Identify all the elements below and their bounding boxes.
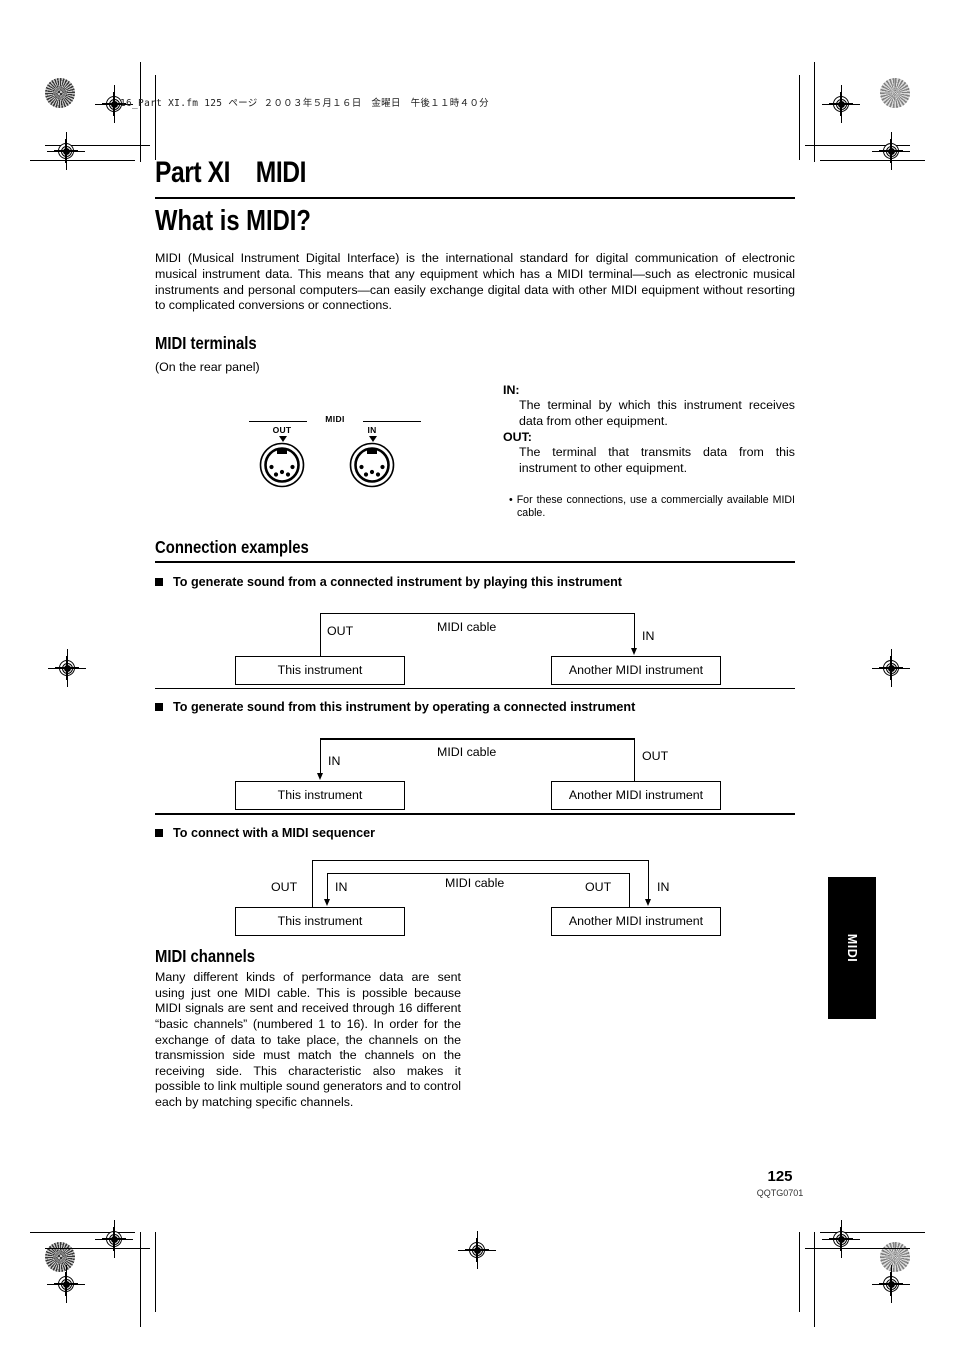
section-heading-connection-examples: Connection examples bbox=[155, 536, 309, 557]
registration-crosshair bbox=[458, 1231, 496, 1269]
midi-terminal-diagram: MIDI OUT IN bbox=[245, 402, 425, 492]
section-heading-midi-terminals: MIDI terminals bbox=[155, 332, 257, 353]
cable-right-leg bbox=[634, 738, 636, 782]
example-3-right-box: Another MIDI instrument bbox=[551, 907, 721, 936]
cable-outer-right-leg bbox=[648, 860, 650, 900]
example-3-right-port-in: IN bbox=[657, 880, 670, 894]
example-1-cable-label: MIDI cable bbox=[437, 619, 497, 634]
rear-panel-note: (On the rear panel) bbox=[155, 359, 260, 374]
registration-crosshair bbox=[872, 1265, 910, 1303]
example-3-left-port-in: IN bbox=[335, 880, 348, 894]
example-3-right-port-out: OUT bbox=[585, 880, 612, 894]
term-in-label: IN: bbox=[503, 382, 520, 397]
example-2-subhead-text: To generate sound from this instrument b… bbox=[173, 700, 636, 715]
cable-right-leg bbox=[634, 612, 636, 649]
midi-channels-paragraph: Many different kinds of performance data… bbox=[155, 970, 461, 1109]
cable-outer-left-leg bbox=[312, 860, 314, 907]
connection-diagram-1: OUT IN MIDI cable This instrument Anothe… bbox=[155, 598, 795, 685]
document-code: QQTG0701 bbox=[756, 1188, 804, 1198]
side-tab-label: MIDI bbox=[845, 933, 859, 963]
registration-crosshair bbox=[872, 132, 910, 170]
cable-note: • For these connections, use a commercia… bbox=[509, 494, 795, 520]
cable-arrow-icon bbox=[645, 899, 651, 906]
example-3-subhead-text: To connect with a MIDI sequencer bbox=[173, 826, 375, 840]
cable-outer-rail bbox=[312, 860, 649, 862]
term-out-description: The terminal that transmits data from th… bbox=[519, 445, 795, 475]
example-1-right-box: Another MIDI instrument bbox=[551, 655, 721, 685]
bullet-square-icon bbox=[155, 703, 163, 712]
cable-arrow-icon bbox=[324, 899, 330, 906]
example-3-left-box: This instrument bbox=[235, 907, 405, 936]
page-content: Part XI MIDI What is MIDI? MIDI (Musical… bbox=[155, 0, 795, 1111]
side-tab-midi: MIDI bbox=[828, 877, 876, 1019]
midi-bracket-label: MIDI bbox=[325, 413, 345, 424]
crop-line bbox=[155, 1232, 156, 1312]
connection-diagram-2: IN OUT MIDI cable This instrument Anothe… bbox=[155, 723, 795, 811]
cable-inner-right-leg bbox=[629, 873, 631, 907]
crop-line bbox=[814, 1232, 815, 1327]
crop-line bbox=[140, 1232, 141, 1327]
example-2-right-box: Another MIDI instrument bbox=[551, 781, 721, 811]
din-5pin-icon bbox=[349, 442, 395, 487]
registration-crosshair bbox=[47, 1265, 85, 1303]
part-title: Part XI MIDI bbox=[155, 156, 307, 189]
crop-line bbox=[799, 75, 800, 160]
cable-top-rail bbox=[320, 612, 635, 615]
terminals-right-column: IN: The terminal by which this instrumen… bbox=[503, 382, 795, 520]
registration-crosshair bbox=[872, 649, 910, 687]
example-2-left-box: This instrument bbox=[235, 781, 405, 811]
example-1-subhead: To generate sound from a connected instr… bbox=[155, 574, 795, 590]
cable-arrow-icon bbox=[631, 647, 637, 655]
midi-channels-block: MIDI channels Many different kinds of pe… bbox=[155, 946, 461, 1111]
terminals-block: (On the rear panel) MIDI OUT IN IN: The … bbox=[155, 360, 795, 519]
terminals-left-column: (On the rear panel) MIDI OUT IN bbox=[155, 360, 485, 492]
example-3-subhead: To connect with a MIDI sequencer bbox=[155, 825, 795, 841]
bullet-square-icon bbox=[155, 577, 163, 586]
example-2-subhead: To generate sound from this instrument b… bbox=[155, 699, 795, 715]
example-divider-rule bbox=[155, 687, 795, 690]
example-3-left-port-out: OUT bbox=[271, 880, 298, 894]
cable-arrow-icon bbox=[317, 773, 323, 781]
example-1-left-port: OUT bbox=[327, 623, 354, 638]
din-jack-out-icon: OUT bbox=[259, 425, 305, 488]
registration-crosshair bbox=[822, 85, 860, 123]
example-2-right-port: OUT bbox=[642, 749, 669, 764]
registration-crosshair bbox=[47, 132, 85, 170]
registration-rosette bbox=[880, 78, 910, 108]
term-in-description: The terminal by which this instrument re… bbox=[519, 397, 795, 428]
cable-inner-rail bbox=[327, 873, 630, 875]
crop-line bbox=[799, 1232, 800, 1312]
example-1-subhead-text: To generate sound from a connected instr… bbox=[173, 574, 622, 589]
cable-left-leg bbox=[320, 612, 322, 656]
example-1-right-port: IN bbox=[642, 628, 655, 643]
jack-out-label: OUT bbox=[272, 424, 292, 435]
cable-top-rail bbox=[320, 738, 635, 740]
example-3-cable-label: MIDI cable bbox=[445, 876, 505, 890]
bullet-square-icon bbox=[155, 829, 163, 837]
din-5pin-icon bbox=[259, 442, 305, 487]
cable-inner-left-leg bbox=[327, 873, 329, 900]
registration-rosette bbox=[45, 78, 75, 108]
example-2-left-port: IN bbox=[328, 754, 341, 769]
crop-line bbox=[140, 62, 141, 162]
jack-in-label: IN bbox=[367, 424, 377, 435]
example-1-left-box: This instrument bbox=[235, 655, 405, 685]
section-heading-midi-channels: MIDI channels bbox=[155, 946, 256, 966]
section-rule bbox=[155, 561, 795, 563]
example-divider-rule bbox=[155, 813, 795, 815]
registration-crosshair bbox=[95, 1220, 133, 1258]
term-out-label: OUT: bbox=[503, 430, 532, 445]
crop-line bbox=[814, 62, 815, 162]
registration-crosshair bbox=[822, 1220, 860, 1258]
connection-diagram-3: OUT IN OUT IN MIDI cable This instrument… bbox=[155, 849, 795, 936]
cable-left-leg bbox=[320, 738, 322, 775]
intro-paragraph: MIDI (Musical Instrument Digital Interfa… bbox=[155, 251, 795, 313]
page-title: What is MIDI? bbox=[155, 205, 311, 237]
page-number: 125 bbox=[767, 1168, 793, 1185]
example-2-cable-label: MIDI cable bbox=[437, 745, 497, 760]
registration-crosshair bbox=[48, 649, 86, 687]
din-jack-in-icon: IN bbox=[349, 425, 395, 488]
